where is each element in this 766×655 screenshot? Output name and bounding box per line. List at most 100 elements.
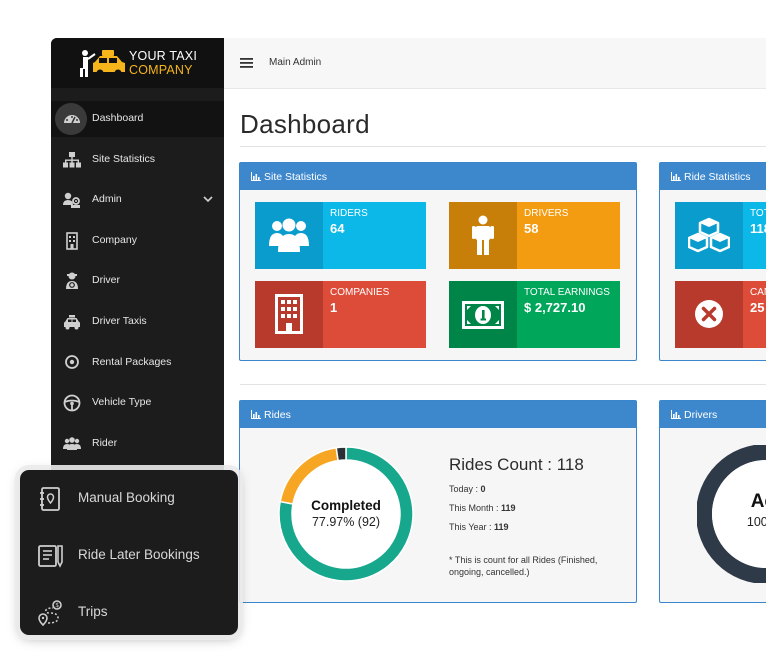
- menu-item-label: Trips: [78, 604, 108, 619]
- menu-item-trips[interactable]: $ Trips: [20, 586, 238, 636]
- total-earnings-tile[interactable]: TOTAL EARNINGS $ 2,727.10: [449, 281, 620, 348]
- title-divider: [240, 146, 766, 147]
- top-header: Main Admin: [224, 38, 766, 89]
- rides-this-month: This Month : 119: [449, 503, 516, 513]
- sidebar-item-rider[interactable]: Rider: [51, 426, 224, 462]
- sidebar-item-label: Rider: [92, 437, 118, 449]
- building-icon: [66, 232, 78, 250]
- rides-panel: Rides Completed 77.97% (92) Rides Count …: [239, 400, 637, 603]
- cubes-icon: [688, 217, 730, 253]
- target-icon: [65, 355, 79, 369]
- breadcrumb[interactable]: Main Admin: [269, 57, 321, 68]
- bar-chart-icon: [671, 410, 681, 419]
- ride-later-icon: [38, 545, 63, 568]
- menu-item-ride-later-bookings[interactable]: Ride Later Bookings: [20, 529, 238, 579]
- sidebar-item-dashboard[interactable]: Dashboard: [51, 101, 224, 137]
- donut-segment-cancelled[interactable]: [335, 446, 347, 462]
- drivers-donut-chart[interactable]: [697, 445, 766, 583]
- taxi-icon: [64, 315, 80, 330]
- site-statistics-panel: Site Statistics RIDERS 64 DRIVERS 58 COM…: [239, 162, 637, 361]
- menu-item-label: Ride Later Bookings: [78, 547, 200, 562]
- panel-header: Rides: [240, 401, 636, 428]
- dashboard-icon: [64, 115, 80, 124]
- sidebar-item-vehicle-type[interactable]: Vehicle Type: [51, 385, 224, 421]
- panel-header: Drivers: [660, 401, 766, 428]
- panel-title: Drivers: [684, 409, 718, 421]
- money-icon: [462, 301, 504, 329]
- bar-chart-icon: [251, 172, 261, 181]
- sidebar-item-label: Vehicle Type: [92, 396, 152, 408]
- tile-label: COMPANIES: [330, 287, 390, 298]
- brand-name-line2: COMPANY: [129, 63, 193, 77]
- page-title: Dashboard: [240, 109, 370, 139]
- trips-route-icon: $: [38, 600, 62, 627]
- menu-item-label: Manual Booking: [78, 490, 175, 505]
- companies-tile[interactable]: COMPANIES 1: [255, 281, 426, 348]
- booking-book-icon: [40, 487, 60, 511]
- bar-chart-icon: [671, 172, 681, 181]
- cancelled-rides-tile[interactable]: CAN 25: [675, 281, 766, 348]
- sidebar-item-site-statistics[interactable]: Site Statistics: [51, 142, 224, 178]
- donut-center-label: Completed: [311, 498, 381, 513]
- taxi-logo-icon: [80, 50, 125, 77]
- tile-value: $ 2,727.10: [524, 300, 586, 315]
- sidebar-item-label: Dashboard: [92, 112, 144, 124]
- sidebar-item-label: Company: [92, 234, 137, 246]
- tile-value: 1: [330, 300, 338, 315]
- rides-today: Today : 0: [449, 484, 486, 494]
- donut-center-value: 100.00: [746, 515, 766, 529]
- tile-label: TOTAL EARNINGS: [524, 287, 610, 298]
- sidebar-item-label: Driver: [92, 274, 120, 286]
- tile-label: CAN: [750, 287, 766, 298]
- panel-title: Rides: [264, 409, 291, 421]
- sidebar-item-driver[interactable]: Driver: [51, 263, 224, 299]
- rides-this-year: This Year : 119: [449, 522, 509, 532]
- drivers-tile[interactable]: DRIVERS 58: [449, 202, 620, 269]
- menu-item-manual-booking[interactable]: Manual Booking: [20, 472, 238, 522]
- section-divider: [240, 384, 766, 385]
- rides-note: * This is count for all Rides (Finished,…: [449, 555, 598, 577]
- total-rides-tile[interactable]: TOT 118: [675, 202, 766, 269]
- riders-icon: [63, 437, 81, 450]
- svg-text:$: $: [55, 602, 59, 609]
- brand-name-line1: YOUR TAXI: [129, 49, 198, 63]
- admin-users-icon: [63, 192, 80, 208]
- tile-label: RIDERS: [330, 208, 368, 219]
- riders-tile[interactable]: RIDERS 64: [255, 202, 426, 269]
- rides-donut-chart[interactable]: [277, 445, 415, 583]
- brand-logo[interactable]: YOUR TAXI COMPANY: [51, 38, 224, 88]
- cancel-circle-icon: [695, 300, 723, 328]
- donut-center-label: Act: [750, 491, 766, 512]
- panel-header: Ride Statistics: [660, 163, 766, 190]
- sidebar-item-label: Site Statistics: [92, 153, 156, 165]
- sidebar-item-label: Admin: [92, 193, 122, 205]
- panel-header: Site Statistics: [240, 163, 636, 190]
- tile-label: TOT: [750, 208, 766, 219]
- driver-icon: [66, 272, 78, 289]
- building-icon: [275, 294, 303, 334]
- sidebar-item-label: Rental Packages: [92, 356, 172, 368]
- sidebar-item-admin[interactable]: Admin: [51, 182, 224, 218]
- floating-booking-menu: Manual Booking Ride Later Bookings $ Tri…: [20, 470, 238, 635]
- drivers-panel: Drivers Act 100.00: [659, 400, 766, 603]
- riders-group-icon: [269, 218, 309, 252]
- rides-count-title: Rides Count : 118: [449, 455, 584, 474]
- sidebar-item-driver-taxis[interactable]: Driver Taxis: [51, 304, 224, 340]
- panel-title: Site Statistics: [264, 171, 328, 183]
- tile-value: 25: [750, 300, 765, 315]
- hamburger-menu-icon[interactable]: [240, 58, 253, 68]
- tile-value: 58: [524, 221, 539, 236]
- sitemap-icon: [63, 152, 81, 168]
- tile-label: DRIVERS: [524, 208, 569, 219]
- tile-value: 64: [330, 221, 345, 236]
- chevron-down-icon: [203, 196, 213, 203]
- tile-value: 118: [750, 221, 766, 236]
- sidebar-item-label: Driver Taxis: [92, 315, 147, 327]
- bar-chart-icon: [251, 410, 261, 419]
- driver-person-icon: [472, 215, 494, 255]
- ride-statistics-panel: Ride Statistics TOT 118 CAN 25: [659, 162, 766, 361]
- sidebar-item-rental-packages[interactable]: Rental Packages: [51, 345, 224, 381]
- sidebar: YOUR TAXI COMPANY Dashboard Site Statist…: [51, 38, 224, 478]
- steering-wheel-icon: [63, 394, 81, 412]
- sidebar-item-company[interactable]: Company: [51, 223, 224, 259]
